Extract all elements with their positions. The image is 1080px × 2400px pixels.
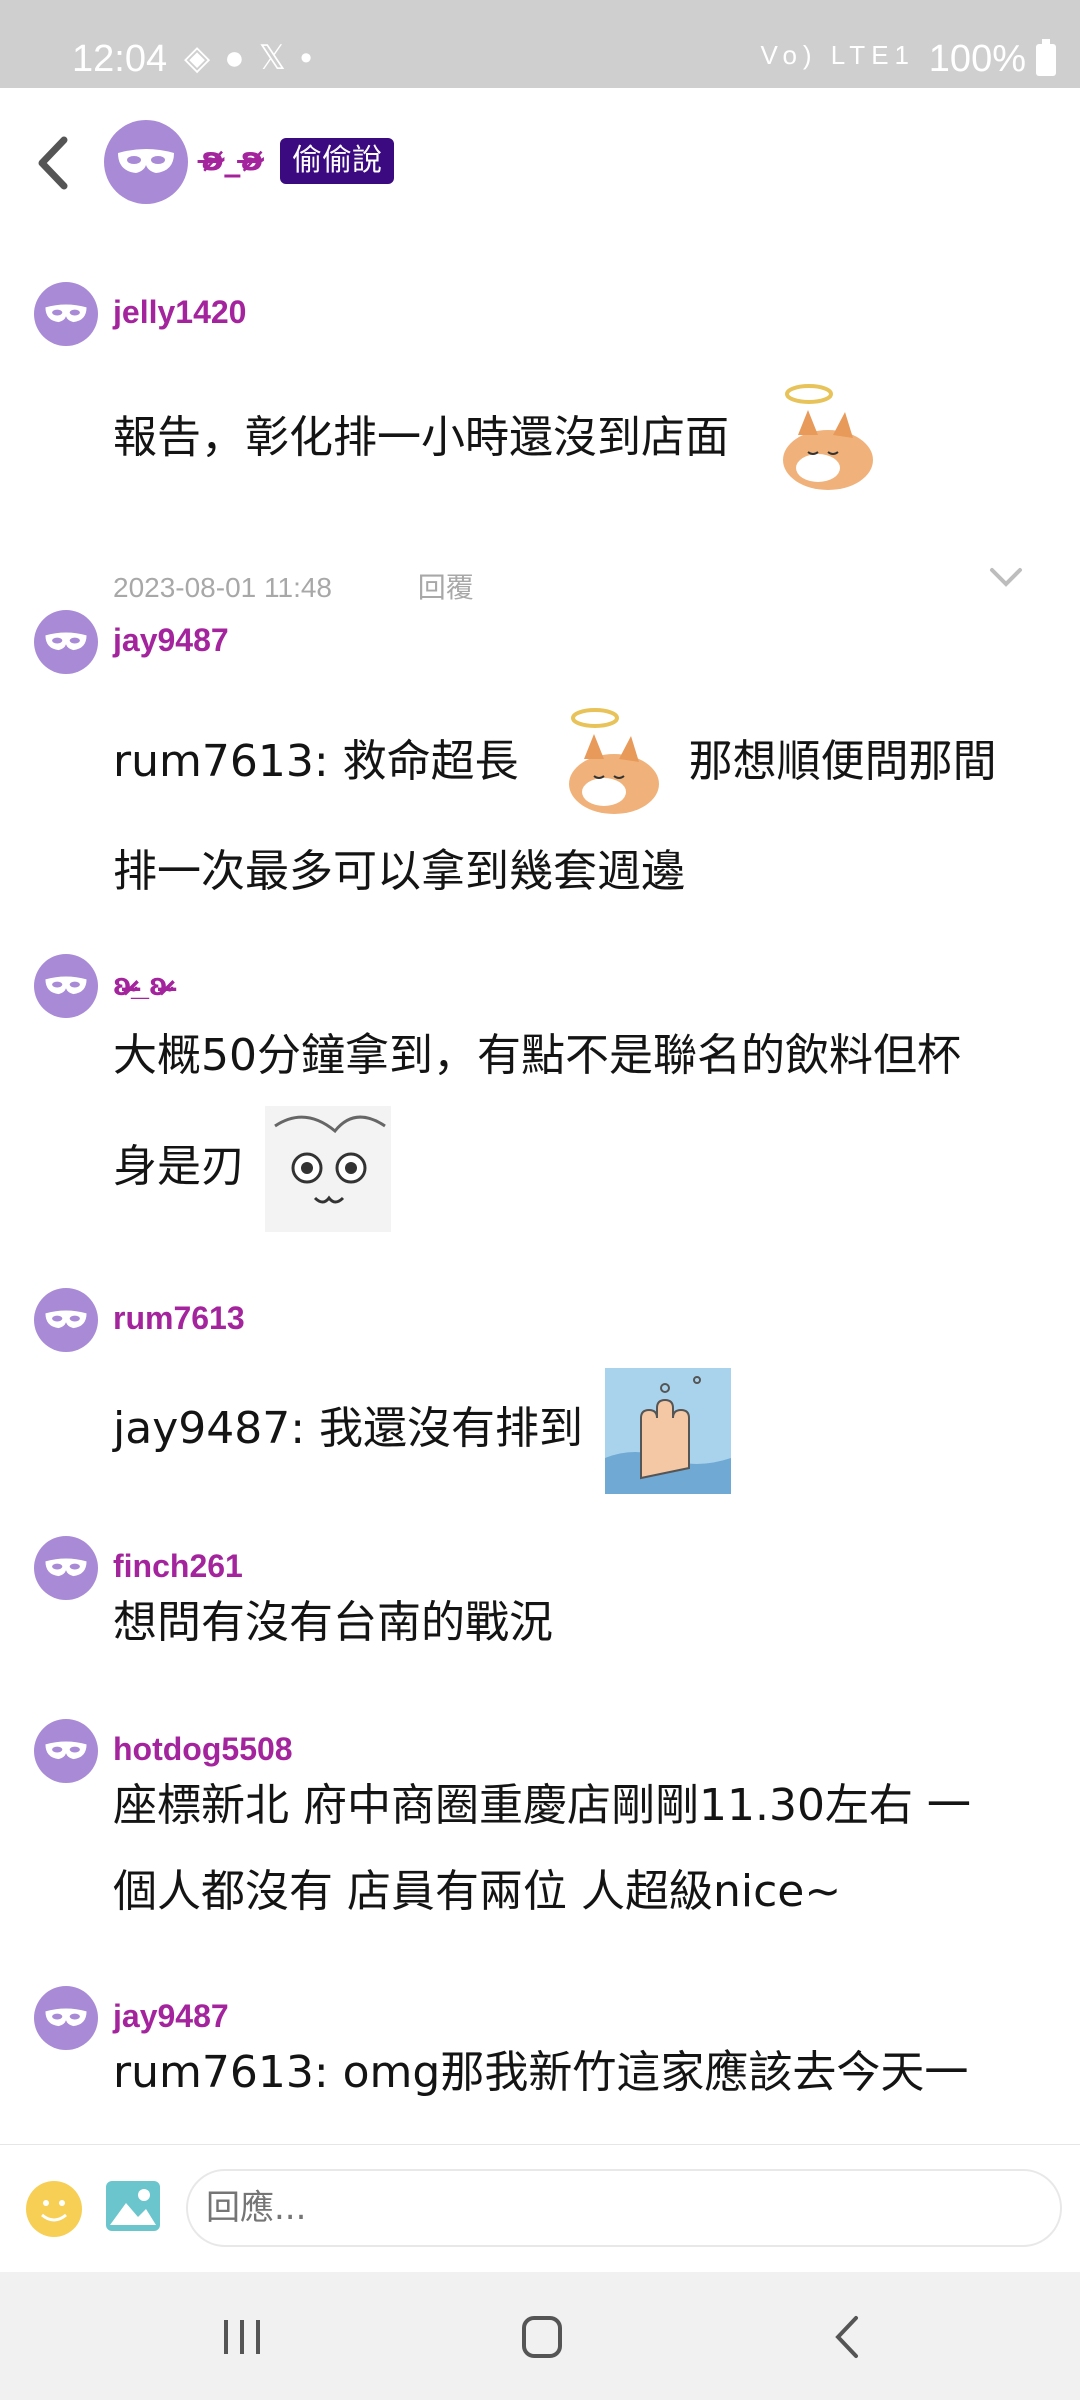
avatar[interactable] xyxy=(34,1719,98,1783)
comment-text: rum7613: omg那我新竹這家應該去今天一 xyxy=(113,2030,1048,2116)
mask-icon xyxy=(118,149,174,173)
comment-item: jelly1420 報告，彰化排一小時還沒到店面 2023-08-01 11:4… xyxy=(0,282,1080,603)
comment-username[interactable]: ʚ̴̶̷̷_ʚ̴̶̷̷ xyxy=(113,966,167,1003)
comment-text-line: 報告，彰化排一小時還沒到店面 xyxy=(113,412,729,463)
reply-button[interactable]: 回覆 xyxy=(418,572,474,603)
smiley-icon xyxy=(41,2200,67,2222)
comment-text-line: 排一次最多可以拿到幾套週邊 xyxy=(113,846,685,897)
mask-icon xyxy=(45,2008,87,2027)
comment-text-line: rum7613: omg那我新竹這家應該去今天一 xyxy=(113,2047,969,2098)
notification-icons: ◈●𝕏• xyxy=(184,39,326,77)
image-icon xyxy=(110,2189,156,2225)
emoji-button[interactable] xyxy=(26,2181,82,2237)
avatar[interactable] xyxy=(34,1986,98,2050)
drowning-hand-sticker-icon xyxy=(605,1368,732,1494)
comment-username[interactable]: jelly1420 xyxy=(113,294,246,331)
fox-sticker-icon xyxy=(783,384,873,490)
mask-icon xyxy=(45,1741,87,1760)
status-bar: 12:04 ◈●𝕏• Vo) LTE1 100% xyxy=(0,0,1080,88)
mask-icon xyxy=(45,976,87,995)
image-upload-button[interactable] xyxy=(106,2181,160,2231)
comment-text-line: 個人都沒有 店員有兩位 人超級nice~ xyxy=(113,1866,842,1917)
mask-icon xyxy=(45,304,87,323)
battery-icon xyxy=(1036,39,1056,76)
comment-text-line: 那想順便問那間 xyxy=(688,736,997,787)
manga-face-sticker-icon xyxy=(265,1106,391,1232)
comment-text: 大概50分鐘拿到，有點不是聯名的飲料但杯 身是刃 xyxy=(113,1006,1048,1232)
signal-icon: Vo) LTE1 xyxy=(760,40,915,70)
comment-item: jay9487 rum7613: omg那我新竹這家應該去今天一 xyxy=(0,1986,1080,2144)
avatar[interactable] xyxy=(34,610,98,674)
mask-icon xyxy=(45,1310,87,1329)
comment-text: 報告，彰化排一小時還沒到店面 xyxy=(113,380,1048,500)
comment-text-line: 身是刃 xyxy=(113,1141,245,1192)
status-time: 12:04 xyxy=(72,38,168,80)
chevron-left-icon xyxy=(38,136,68,190)
mask-icon xyxy=(45,632,87,651)
reply-input[interactable] xyxy=(186,2169,1062,2247)
category-badge: 偷偷說 xyxy=(280,138,394,184)
comment-username[interactable]: rum7613 xyxy=(113,1300,245,1337)
thread-header: ʚ̴̶̷̷_ʚ̴̶̷̷ 偷偷說 xyxy=(0,88,1080,228)
comment-text-line: 座標新北 府中商圈重慶店剛剛11.30左右 一 xyxy=(113,1780,971,1831)
comment-text: rum7613: 救命超長 那想順便問那間 排一次最多可以拿到幾套週邊 xyxy=(113,704,1048,920)
comment-text-line: 想問有沒有台南的戰況 xyxy=(113,1597,553,1648)
back-nav-icon[interactable] xyxy=(818,2312,878,2362)
comment-text-line: 大概50分鐘拿到，有點不是聯名的飲料但杯 xyxy=(113,1030,961,1081)
comment-item: ʚ̴̶̷̷_ʚ̴̶̷̷ 大概50分鐘拿到，有點不是聯名的飲料但杯 身是刃 xyxy=(0,954,1080,1264)
avatar[interactable] xyxy=(34,1288,98,1352)
comment-text: jay9487: 我還沒有排到 xyxy=(113,1364,1048,1494)
home-icon[interactable] xyxy=(512,2312,572,2362)
comment-item: finch261 想問有沒有台南的戰況 xyxy=(0,1536,1080,1706)
avatar[interactable] xyxy=(34,282,98,346)
comment-timestamp: 2023-08-01 11:48 xyxy=(113,572,332,603)
back-button[interactable] xyxy=(28,128,78,198)
comment-text-line: jay9487: 我還沒有排到 xyxy=(113,1403,584,1454)
comment-item: jay9487 rum7613: 救命超長 那想順便問那間 排一次最多可以拿到幾… xyxy=(0,610,1080,910)
avatar[interactable] xyxy=(104,120,188,204)
recent-apps-icon[interactable] xyxy=(212,2312,272,2362)
chevron-down-icon[interactable] xyxy=(986,562,1026,592)
comment-text: 座標新北 府中商圈重慶店剛剛11.30左右 一 個人都沒有 店員有兩位 人超級n… xyxy=(113,1763,1048,1935)
post-author[interactable]: ʚ̴̶̷̷_ʚ̴̶̷̷ xyxy=(201,140,264,178)
comment-text-line: rum7613: 救命超長 xyxy=(113,736,519,787)
battery-percent: 100% xyxy=(928,38,1026,80)
comment-meta: 2023-08-01 11:48 回覆 xyxy=(113,566,474,606)
comment-item: rum7613 jay9487: 我還沒有排到 xyxy=(0,1288,1080,1508)
mask-icon xyxy=(45,1558,87,1577)
comment-list[interactable]: jelly1420 報告，彰化排一小時還沒到店面 2023-08-01 11:4… xyxy=(0,228,1080,2144)
comment-item: hotdog5508 座標新北 府中商圈重慶店剛剛11.30左右 一 個人都沒有… xyxy=(0,1719,1080,1969)
avatar[interactable] xyxy=(34,1536,98,1600)
reply-bar xyxy=(0,2144,1080,2273)
system-nav-bar xyxy=(0,2272,1080,2400)
fox-sticker-icon xyxy=(568,708,659,814)
comment-text: 想問有沒有台南的戰況 xyxy=(113,1580,1048,1666)
comment-username[interactable]: jay9487 xyxy=(113,622,229,659)
avatar[interactable] xyxy=(34,954,98,1018)
